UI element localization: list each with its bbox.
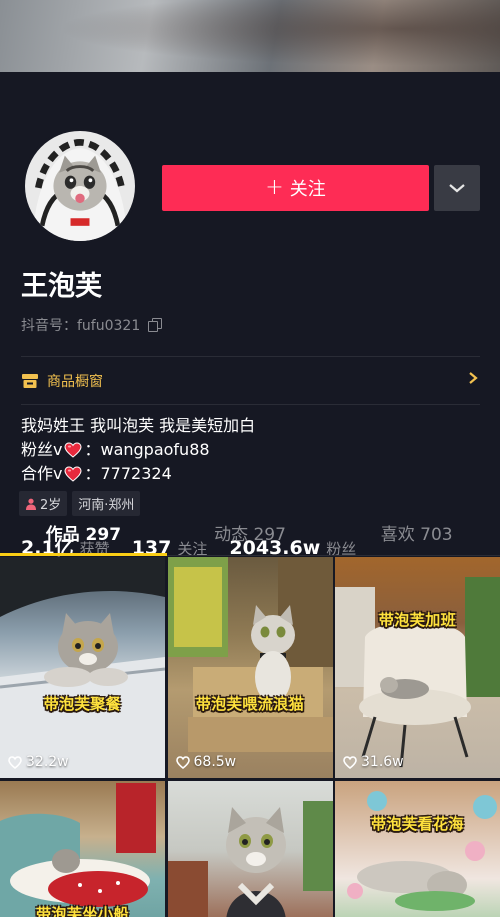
- video-thumbnail[interactable]: 带泡芙聚餐 32.2w: [0, 557, 165, 778]
- douyin-id-row: 抖音号：fufu0321: [21, 315, 163, 335]
- bio-coop-value: ：7772324: [84, 464, 172, 483]
- avatar[interactable]: [22, 128, 138, 244]
- profile-cover-image: [0, 0, 500, 72]
- nickname: 王泡芙: [21, 271, 102, 302]
- video-caption: 带泡芙加班: [378, 611, 457, 629]
- video-likes: 32.2w: [8, 754, 69, 770]
- video-caption: 带泡芙坐小船: [35, 905, 129, 917]
- likes-count: 31.6w: [361, 754, 404, 770]
- bio: 我妈姓王 我叫泡芙 我是美短加白 粉丝v ：wangpaofu88 合作v ：7…: [21, 414, 255, 486]
- shop-icon: [22, 374, 38, 388]
- heart-outline-icon: [343, 755, 357, 769]
- video-caption: 带泡芙看花海: [370, 815, 464, 833]
- follow-label: 关注: [289, 179, 326, 200]
- bio-line: 粉丝v ：wangpaofu88: [21, 438, 255, 462]
- bio-fans-value: ：wangpaofu88: [84, 440, 210, 459]
- divider: [21, 356, 480, 357]
- likes-count: 68.5w: [193, 754, 237, 770]
- content-tabs: 作品 297 动态 297 喜欢 703: [0, 510, 500, 556]
- likes-count: 32.2w: [26, 754, 69, 770]
- video-thumbnail[interactable]: 带泡芙坐小船: [0, 781, 165, 917]
- chevron-right-icon: [469, 372, 478, 384]
- divider: [21, 404, 480, 405]
- chevron-down-icon: [449, 184, 465, 193]
- tab-posts[interactable]: 动态 297: [167, 510, 334, 555]
- bio-line: 合作v ：7772324: [21, 462, 255, 486]
- shop-window-entry[interactable]: 商品橱窗: [21, 368, 480, 394]
- video-thumbnail[interactable]: [167, 781, 333, 917]
- plus-icon: +: [265, 175, 284, 200]
- video-likes: 31.6w: [343, 754, 404, 770]
- bio-fans-prefix: 粉丝v: [21, 440, 63, 459]
- heart-icon: [64, 442, 82, 458]
- video-thumbnail[interactable]: 带泡芙看花海: [335, 781, 500, 917]
- video-thumbnail[interactable]: 带泡芙加班 31.6w: [335, 557, 500, 778]
- video-grid: 带泡芙聚餐 32.2w 带泡芙喂流浪猫 68.5w 带泡芙加班 31.6w 带泡…: [0, 557, 500, 917]
- more-button[interactable]: [434, 165, 480, 211]
- video-caption: 带泡芙喂流浪猫: [195, 695, 305, 713]
- douyin-id: 抖音号：fufu0321: [21, 318, 141, 334]
- video-thumbnail[interactable]: 带泡芙喂流浪猫 68.5w: [167, 557, 333, 778]
- tab-works[interactable]: 作品 297: [0, 510, 167, 556]
- female-icon: [26, 498, 36, 510]
- shop-label: 商品橱窗: [47, 374, 103, 390]
- video-likes: 68.5w: [175, 754, 237, 770]
- tab-likes[interactable]: 喜欢 703: [333, 510, 500, 555]
- heart-icon: [64, 466, 82, 482]
- bio-coop-prefix: 合作v: [21, 464, 63, 483]
- follow-button[interactable]: + 关注: [162, 165, 429, 211]
- video-caption: 带泡芙聚餐: [43, 695, 122, 713]
- copy-icon[interactable]: [148, 318, 163, 332]
- bio-line: 我妈姓王 我叫泡芙 我是美短加白: [21, 416, 256, 435]
- heart-outline-icon: [175, 755, 190, 769]
- heart-outline-icon: [8, 755, 22, 769]
